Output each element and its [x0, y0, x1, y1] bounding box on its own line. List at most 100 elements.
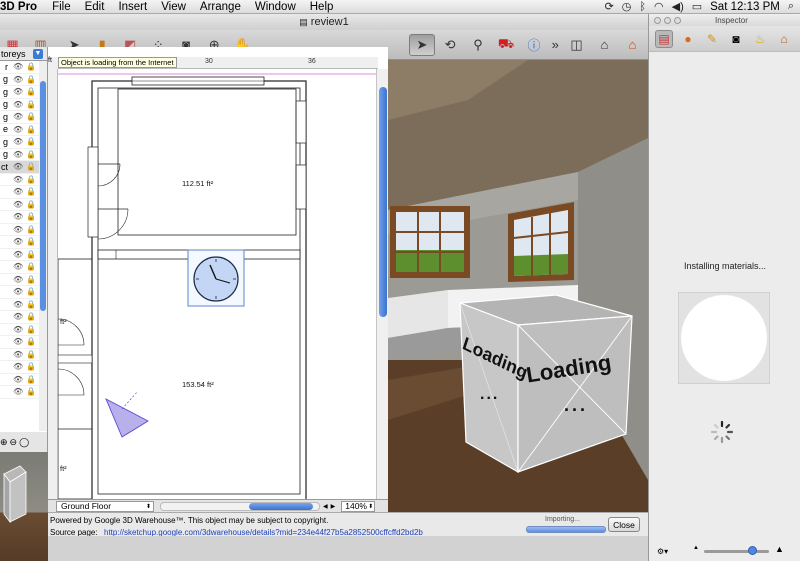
- clock[interactable]: Sat 12:13 PM: [710, 1, 780, 13]
- plan-3d-view-icon[interactable]: ⌂: [592, 34, 617, 56]
- visibility-eye-icon[interactable]: 👁: [13, 375, 23, 384]
- visibility-eye-icon[interactable]: 👁: [13, 275, 23, 284]
- settings-icon[interactable]: ⚙▾: [657, 547, 668, 556]
- visibility-eye-icon[interactable]: 👁: [13, 162, 23, 171]
- close-icon[interactable]: [654, 16, 661, 24]
- visibility-eye-icon[interactable]: 👁: [13, 100, 23, 109]
- battery-icon[interactable]: ▭: [692, 0, 702, 13]
- lock-icon[interactable]: 🔒: [26, 237, 36, 246]
- volume-icon[interactable]: ◀): [672, 0, 684, 13]
- lock-icon[interactable]: 🔒: [26, 375, 36, 384]
- lock-icon[interactable]: 🔒: [26, 162, 36, 171]
- lock-icon[interactable]: 🔒: [26, 212, 36, 221]
- plan-horizontal-scrollbar[interactable]: [160, 501, 320, 511]
- light-icon[interactable]: ♨: [751, 30, 769, 48]
- lock-icon[interactable]: 🔒: [26, 187, 36, 196]
- split-view-icon[interactable]: ◫: [564, 34, 589, 56]
- lock-icon[interactable]: 🔒: [26, 200, 36, 209]
- minimize-icon[interactable]: [664, 16, 671, 24]
- import-furniture-icon[interactable]: ⛟: [494, 34, 519, 56]
- visibility-eye-icon[interactable]: 👁: [13, 175, 23, 184]
- zoom-window-icon[interactable]: [674, 16, 681, 24]
- lock-icon[interactable]: 🔒: [26, 325, 36, 334]
- floor-plan-drawing[interactable]: [58, 69, 376, 499]
- chat-icon[interactable]: ◯: [19, 437, 29, 448]
- menu-file[interactable]: File: [45, 1, 78, 13]
- lock-icon[interactable]: 🔒: [26, 312, 36, 321]
- visibility-eye-icon[interactable]: 👁: [13, 187, 23, 196]
- lock-icon[interactable]: 🔒: [26, 275, 36, 284]
- material-icon[interactable]: ●: [679, 30, 697, 48]
- zoom-dropdown[interactable]: 140% ⬍: [341, 500, 376, 512]
- lock-icon[interactable]: 🔒: [26, 62, 36, 71]
- lock-icon[interactable]: 🔒: [26, 262, 36, 271]
- app-menu[interactable]: 3D Pro: [0, 1, 45, 13]
- level-dropdown[interactable]: Ground Floor ⬍: [56, 500, 154, 512]
- visibility-eye-icon[interactable]: 👁: [13, 250, 23, 259]
- lock-icon[interactable]: 🔒: [26, 250, 36, 259]
- lock-icon[interactable]: 🔒: [26, 87, 36, 96]
- lock-icon[interactable]: 🔒: [26, 137, 36, 146]
- visibility-eye-icon[interactable]: 👁: [13, 212, 23, 221]
- visibility-eye-icon[interactable]: 👁: [13, 287, 23, 296]
- bluetooth-icon[interactable]: ᛒ: [639, 1, 646, 13]
- visibility-eye-icon[interactable]: 👁: [13, 337, 23, 346]
- scroll-right-icon[interactable]: ▶: [331, 503, 336, 510]
- visibility-eye-icon[interactable]: 👁: [13, 350, 23, 359]
- walk-icon[interactable]: ⚲: [466, 34, 491, 56]
- home-view-icon[interactable]: ⌂: [620, 34, 645, 56]
- scroll-left-icon[interactable]: ◀: [323, 503, 328, 510]
- visibility-eye-icon[interactable]: 👁: [13, 112, 23, 121]
- info-icon[interactable]: ⓘ: [521, 34, 546, 56]
- object-icon[interactable]: ▤: [655, 29, 673, 48]
- menu-window[interactable]: Window: [248, 1, 303, 13]
- menu-view[interactable]: View: [154, 1, 193, 13]
- plan-vertical-scrollbar[interactable]: [376, 69, 388, 499]
- visibility-eye-icon[interactable]: 👁: [13, 125, 23, 134]
- storey-scrollbar[interactable]: [39, 61, 47, 431]
- visibility-eye-icon[interactable]: 👁: [13, 62, 23, 71]
- lock-icon[interactable]: 🔒: [26, 175, 36, 184]
- wifi-icon[interactable]: ◠: [654, 0, 664, 13]
- menu-edit[interactable]: Edit: [78, 1, 112, 13]
- spotlight-icon[interactable]: ⌕: [788, 0, 794, 13]
- visibility-eye-icon[interactable]: 👁: [13, 150, 23, 159]
- sync-icon[interactable]: ⟳: [605, 0, 614, 13]
- menu-arrange[interactable]: Arrange: [193, 1, 248, 13]
- lock-icon[interactable]: 🔒: [26, 387, 36, 396]
- pencil-icon[interactable]: ✎: [703, 30, 721, 48]
- visibility-eye-icon[interactable]: 👁: [13, 325, 23, 334]
- visibility-eye-icon[interactable]: 👁: [13, 137, 23, 146]
- visibility-eye-icon[interactable]: 👁: [13, 237, 23, 246]
- 3d-view[interactable]: Loading ... Loading ...: [388, 60, 648, 512]
- visibility-eye-icon[interactable]: 👁: [13, 300, 23, 309]
- visibility-eye-icon[interactable]: 👁: [13, 387, 23, 396]
- orbit-icon[interactable]: ⟲: [438, 34, 463, 56]
- menu-insert[interactable]: Insert: [111, 1, 154, 13]
- lock-icon[interactable]: 🔒: [26, 150, 36, 159]
- lock-icon[interactable]: 🔒: [26, 287, 36, 296]
- visibility-eye-icon[interactable]: 👁: [13, 312, 23, 321]
- lock-icon[interactable]: 🔒: [26, 300, 36, 309]
- lock-icon[interactable]: 🔒: [26, 112, 36, 121]
- mini-3d-preview[interactable]: [0, 452, 48, 561]
- camera-icon[interactable]: ◙: [727, 30, 745, 48]
- lock-icon[interactable]: 🔒: [26, 100, 36, 109]
- zoom-out-icon[interactable]: ⊖: [10, 437, 18, 448]
- lock-icon[interactable]: 🔒: [26, 125, 36, 134]
- pointer-3d-icon[interactable]: ➤: [409, 33, 435, 56]
- visibility-eye-icon[interactable]: 👁: [13, 87, 23, 96]
- visibility-eye-icon[interactable]: 👁: [13, 200, 23, 209]
- storeys-dropdown[interactable]: toreys ▼: [0, 47, 47, 61]
- lock-icon[interactable]: 🔒: [26, 350, 36, 359]
- house-icon[interactable]: ⌂: [775, 30, 793, 48]
- floor-plan-view[interactable]: ft 24 30 36 Object is loading from the I…: [48, 47, 388, 499]
- time-machine-icon[interactable]: ◷: [622, 0, 632, 13]
- lock-icon[interactable]: 🔒: [26, 362, 36, 371]
- visibility-eye-icon[interactable]: 👁: [13, 225, 23, 234]
- visibility-eye-icon[interactable]: 👁: [13, 262, 23, 271]
- lock-icon[interactable]: 🔒: [26, 75, 36, 84]
- lock-icon[interactable]: 🔒: [26, 337, 36, 346]
- visibility-eye-icon[interactable]: 👁: [13, 362, 23, 371]
- visibility-eye-icon[interactable]: 👁: [13, 75, 23, 84]
